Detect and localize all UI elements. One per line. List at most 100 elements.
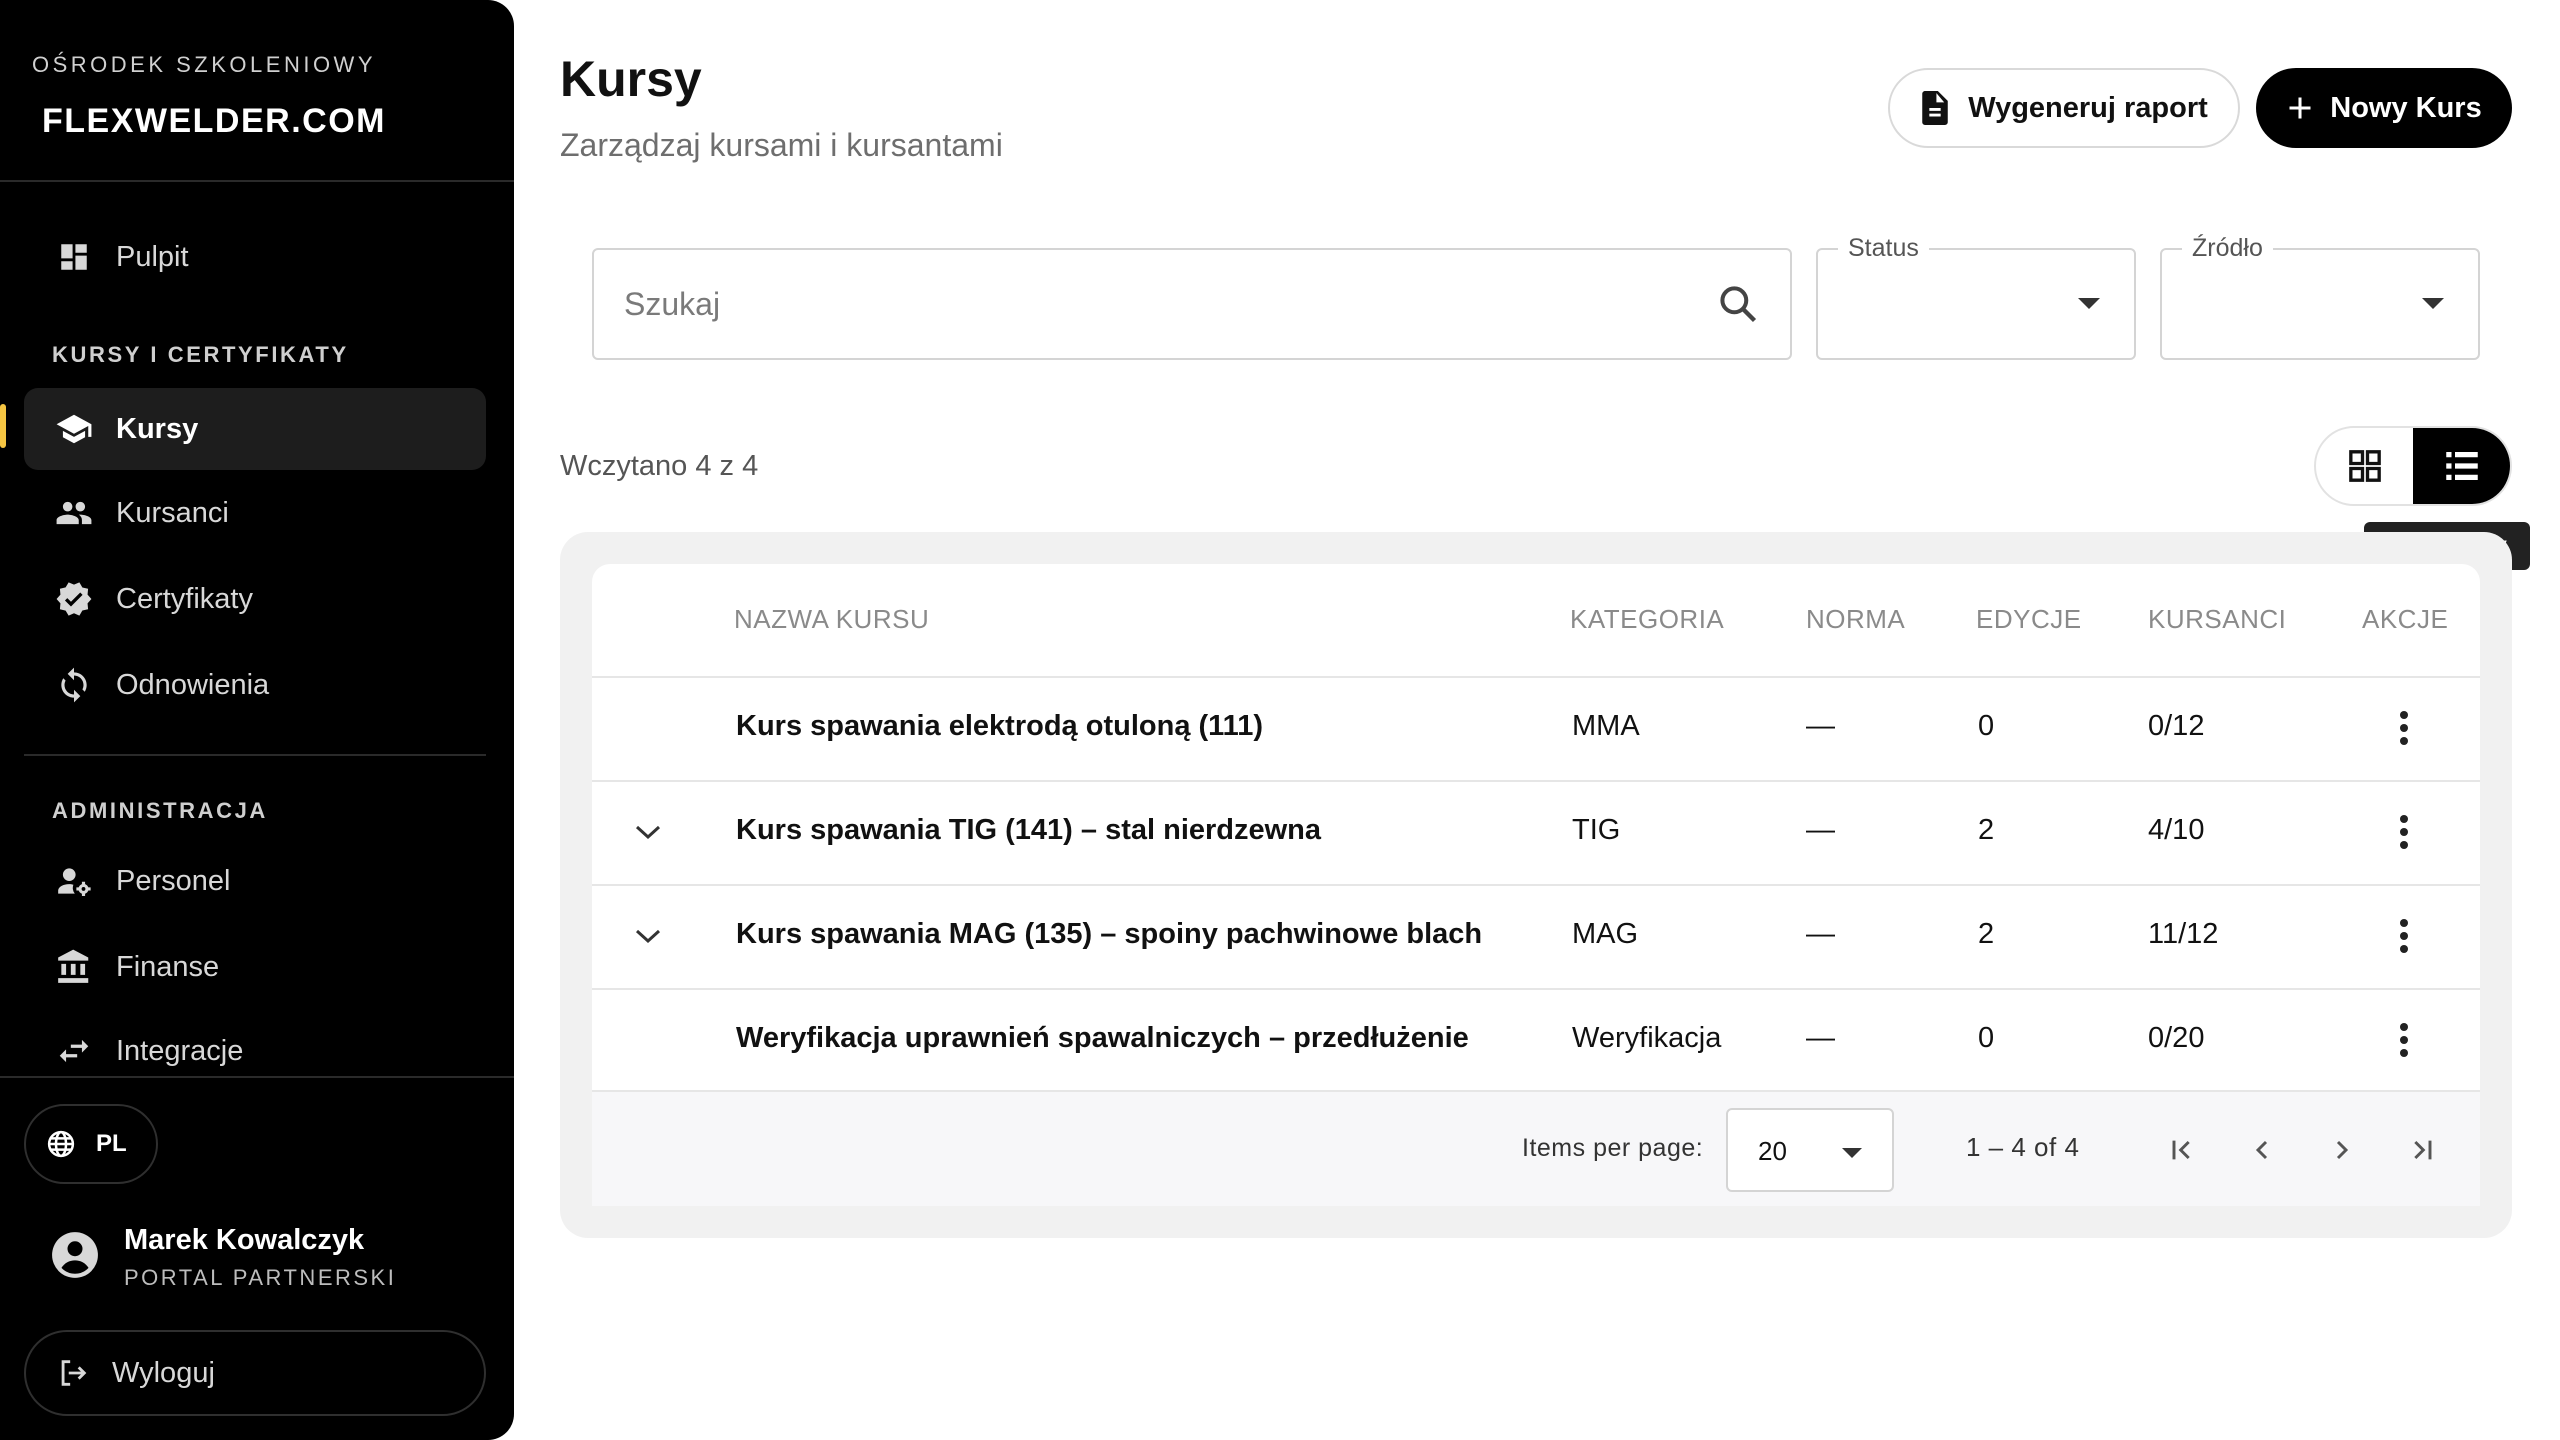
search-icon[interactable] [1716, 282, 1760, 331]
sidebar-divider [24, 754, 486, 756]
sidebar-item-dashboard[interactable]: Pulpit [24, 216, 486, 298]
cell-students: 0/12 [2148, 710, 2205, 742]
previous-page-icon[interactable] [2234, 1122, 2290, 1178]
generate-report-label: Wygeneruj raport [1968, 91, 2208, 124]
cell-category: MAG [1572, 918, 1639, 950]
sidebar-item-label: Odnowienia [116, 668, 270, 701]
row-divider [592, 988, 2480, 990]
source-select[interactable]: Źródło [2160, 234, 2480, 360]
column-header-category[interactable]: KATEGORIA [1570, 604, 1724, 635]
new-course-button[interactable]: Nowy Kurs [2256, 68, 2512, 148]
section-label-courses: KURSY I CERTYFIKATY [52, 342, 349, 367]
language-switch-button[interactable]: PL [24, 1104, 158, 1184]
list-icon [2445, 452, 2478, 480]
sidebar-item-certificates[interactable]: Certyfikaty [24, 558, 486, 640]
cell-norm: — [1806, 710, 1835, 742]
cell-students: 4/10 [2148, 814, 2205, 846]
sidebar-item-label: Kursanci [116, 496, 229, 529]
bank-icon [54, 947, 94, 987]
cell-editions: 2 [1978, 918, 1995, 950]
sidebar-item-label: Kursy [116, 412, 199, 445]
sidebar-item-finance[interactable]: Finanse [24, 926, 486, 1008]
sidebar-item-staff[interactable]: Personel [24, 840, 486, 922]
brand-logo[interactable]: FLEXWELDER.COM [42, 102, 386, 141]
row-divider [592, 780, 2480, 782]
cell-course-name[interactable]: Kurs spawania MAG (135) – spoiny pachwin… [736, 918, 1482, 951]
school-icon [54, 409, 94, 449]
sidebar-item-label: Certyfikaty [116, 582, 253, 615]
plus-icon [2286, 94, 2314, 122]
cell-category: TIG [1572, 814, 1621, 846]
new-course-label: Nowy Kurs [2330, 91, 2482, 124]
brand-org-label: OŚRODEK SZKOLENIOWY [32, 52, 376, 77]
items-per-page-label: Items per page: [1522, 1134, 1704, 1162]
cell-editions: 2 [1978, 814, 1995, 846]
search-field [592, 248, 1792, 360]
logout-button[interactable]: Wyloguj [24, 1330, 486, 1416]
view-toggle [2314, 426, 2512, 506]
cell-course-name[interactable]: Kurs spawania TIG (141) – stal nierdzewn… [736, 814, 1321, 847]
more-actions-icon[interactable] [2386, 810, 2422, 854]
status-select[interactable]: Status [1816, 234, 2136, 360]
sidebar-item-courses[interactable]: Kursy [24, 388, 486, 470]
chevron-down-icon[interactable] [630, 918, 666, 954]
more-actions-icon[interactable] [2386, 1018, 2422, 1062]
last-page-icon[interactable] [2394, 1122, 2450, 1178]
document-icon [1920, 91, 1950, 125]
page-subtitle: Zarządzaj kursami i kursantami [560, 127, 1003, 163]
cell-editions: 0 [1978, 710, 1995, 742]
user-name: Marek Kowalczyk [124, 1224, 365, 1256]
sidebar-item-label: Finanse [116, 950, 220, 983]
row-divider [592, 676, 2480, 678]
cell-norm: — [1806, 1022, 1835, 1054]
first-page-icon[interactable] [2154, 1122, 2210, 1178]
generate-report-button[interactable]: Wygeneruj raport [1888, 68, 2240, 148]
sidebar-item-integrations[interactable]: Integracje [24, 1010, 486, 1092]
chevron-down-icon[interactable] [630, 814, 666, 850]
row-divider [592, 1090, 2480, 1092]
logout-label: Wyloguj [112, 1356, 215, 1389]
more-actions-icon[interactable] [2386, 914, 2422, 958]
status-select-label: Status [1838, 234, 1929, 263]
caret-down-icon [2078, 298, 2100, 309]
column-header-actions: AKCJE [2362, 604, 2449, 634]
loaded-count: Wczytano 4 z 4 [560, 450, 759, 482]
column-header-students[interactable]: KURSANCI [2148, 604, 2286, 635]
people-icon [54, 493, 94, 533]
user-role: PORTAL PARTNERSKI [124, 1265, 397, 1290]
sidebar-divider [0, 1076, 514, 1078]
logout-icon [56, 1356, 90, 1390]
refresh-icon [54, 665, 94, 705]
person-gear-icon [54, 861, 94, 901]
list-view-button[interactable] [2413, 428, 2510, 504]
cell-category: Weryfikacja [1572, 1022, 1722, 1054]
grid-view-button[interactable] [2316, 428, 2413, 504]
sidebar-item-label: Pulpit [116, 240, 189, 273]
avatar-icon[interactable] [50, 1230, 100, 1280]
cell-editions: 0 [1978, 1022, 1995, 1054]
column-header-editions[interactable]: EDYCJE [1976, 604, 2082, 635]
sidebar-item-students[interactable]: Kursanci [24, 472, 486, 554]
sidebar: OŚRODEK SZKOLENIOWY FLEXWELDER.COM Pulpi… [0, 0, 514, 1440]
cell-course-name[interactable]: Kurs spawania elektrodą otuloną (111) [736, 710, 1263, 743]
column-header-norm[interactable]: NORMA [1806, 604, 1905, 635]
next-page-icon[interactable] [2314, 1122, 2370, 1178]
items-per-page-select[interactable]: 20 [1726, 1108, 1894, 1192]
sidebar-item-label: Integracje [116, 1034, 244, 1067]
column-header-name[interactable]: NAZWA KURSU [734, 604, 929, 635]
cell-norm: — [1806, 918, 1835, 950]
caret-down-icon [1842, 1148, 1862, 1158]
section-label-admin: ADMINISTRACJA [52, 798, 268, 823]
more-actions-icon[interactable] [2386, 706, 2422, 750]
caret-down-icon [2422, 298, 2444, 309]
search-input[interactable] [624, 250, 1704, 358]
pagination-range: 1 – 4 of 4 [1966, 1132, 2080, 1162]
sidebar-item-renewals[interactable]: Odnowienia [24, 644, 486, 726]
cell-category: MMA [1572, 710, 1640, 742]
sidebar-item-label: Personel [116, 864, 231, 897]
cell-course-name[interactable]: Weryfikacja uprawnień spawalniczych – pr… [736, 1022, 1469, 1055]
page-title: Kursy [560, 51, 702, 107]
dashboard-icon [54, 237, 94, 277]
grid-icon [2348, 450, 2381, 482]
globe-icon [46, 1129, 76, 1159]
